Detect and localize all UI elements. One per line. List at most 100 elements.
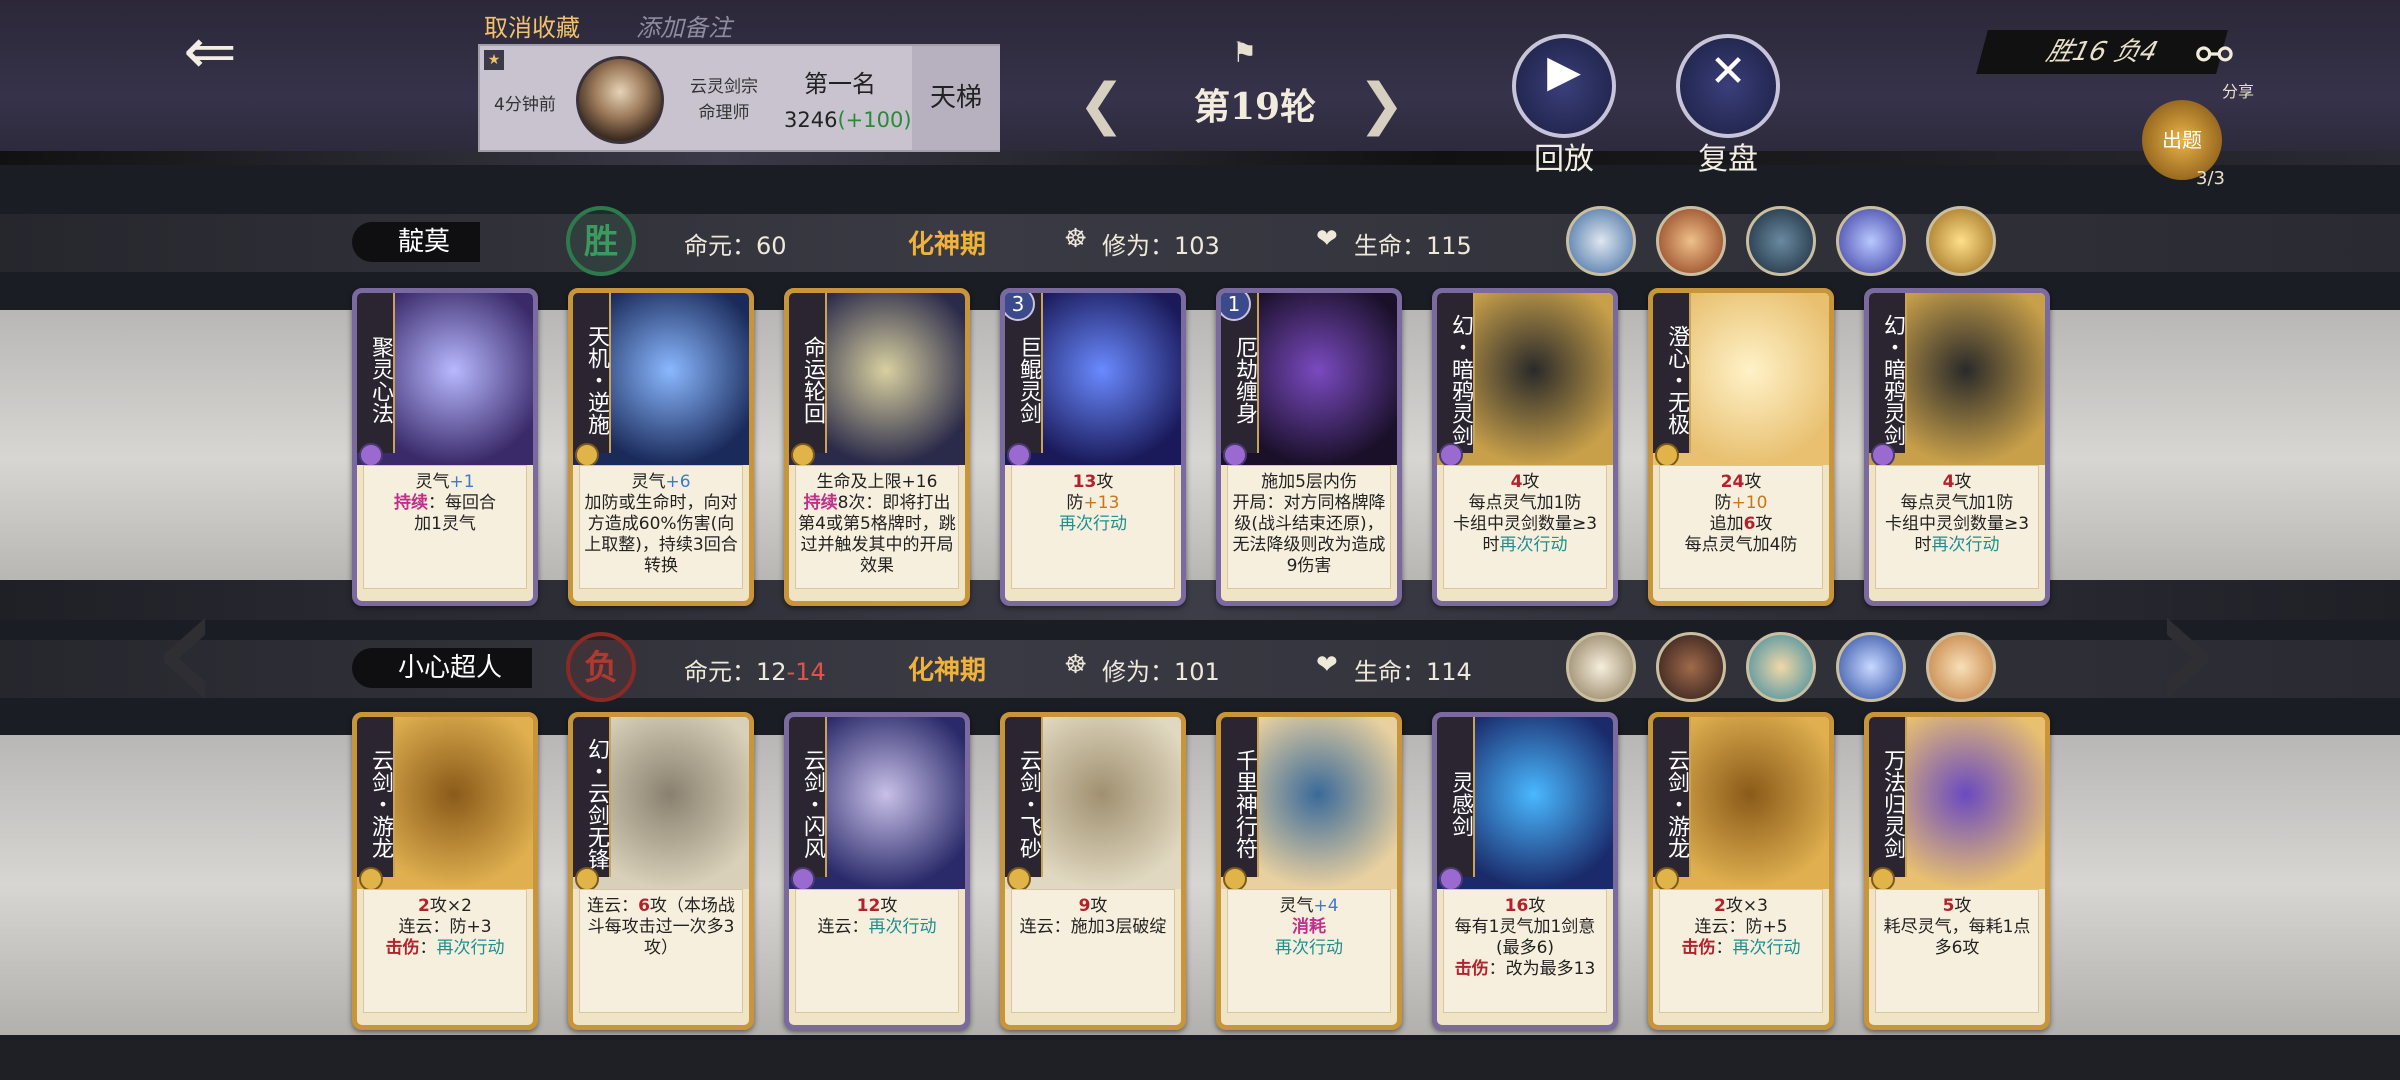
card-description: 24攻 防+10 追加6攻 每点灵气加4防: [1659, 465, 1823, 589]
replay-button[interactable]: ▶ 回放: [1512, 34, 1616, 177]
sect-role: 云灵剑宗 命理师: [684, 74, 764, 126]
card-gem-icon: [791, 867, 815, 891]
card-description: 4攻 每点灵气加1防 卡组中灵剑数量≥3时再次行动: [1443, 465, 1607, 589]
heart-icon: ❤: [1316, 224, 1338, 254]
life-stat: 生命：114: [1354, 652, 1472, 687]
ladder-tab[interactable]: 天梯: [912, 46, 1000, 150]
card-4[interactable]: 云剑・飞砂 9攻 连云：施加3层破绽: [1000, 712, 1186, 1030]
card-gem-icon: [1439, 867, 1463, 891]
review-button[interactable]: ✕ 复盘: [1676, 34, 1780, 177]
card-description: 2攻×3 连云：防+5 击伤：再次行动: [1659, 889, 1823, 1013]
card-2[interactable]: 幻・云剑无锋 连云：6攻（本场战斗每攻击过一次多3攻）: [568, 712, 754, 1030]
card-name: 云剑・闪风: [789, 717, 827, 877]
next-round-button[interactable]: ❯: [1358, 72, 1405, 137]
mini-avatar-3[interactable]: [1746, 206, 1816, 276]
player-name: 小心超人: [352, 648, 533, 688]
life-value: 115: [1426, 232, 1472, 260]
card-description: 灵气+1 持续：每回合 加1灵气: [363, 465, 527, 589]
card-1[interactable]: 云剑・游龙 2攻×2 连云：防+3 击伤：再次行动: [352, 712, 538, 1030]
previous-round-button[interactable]: ❮: [1078, 72, 1125, 137]
card-description: 施加5层内伤 开局：对方同格牌降级(战斗结束还原)，无法降级则改为造成9伤害: [1227, 465, 1391, 589]
card-description: 生命及上限+16 持续8次：即将打出第4或第5格牌时，跳过并触发其中的开局效果: [795, 465, 959, 589]
destiny-value: 12: [756, 658, 787, 686]
card-gem-icon: [791, 443, 815, 467]
cultivation-value: 101: [1174, 658, 1220, 686]
flag-icon: ⚑: [1232, 36, 1258, 69]
time-ago: 4分钟前: [494, 95, 556, 115]
card-gem-icon: [1223, 867, 1247, 891]
card-gem-icon: [1871, 443, 1895, 467]
card-name: 澄心・无极: [1653, 293, 1691, 453]
heart-icon: ❤: [1316, 650, 1338, 680]
card-4[interactable]: 巨鲲灵剑 3 13攻 防+13 再次行动: [1000, 288, 1186, 606]
card-level-badge: 1: [1221, 293, 1251, 321]
mini-avatar-5[interactable]: [1926, 206, 1996, 276]
card-3[interactable]: 云剑・闪风 12攻 连云：再次行动: [784, 712, 970, 1030]
mini-avatar-3[interactable]: [1746, 632, 1816, 702]
card-description: 12攻 连云：再次行动: [795, 889, 959, 1013]
share-icon[interactable]: ⚯: [2196, 30, 2233, 81]
add-note-link[interactable]: 添加备注: [636, 8, 732, 43]
card-1[interactable]: 聚灵心法灵气+1 持续：每回合 加1灵气: [352, 288, 538, 606]
cultivation-stat: 修为：103: [1102, 226, 1220, 261]
rank-title: 第一名: [804, 70, 876, 98]
bottom-edge: [0, 1040, 2400, 1080]
mini-avatar-5[interactable]: [1926, 632, 1996, 702]
card-name: 天机・逆施: [573, 293, 611, 453]
card-8[interactable]: 万法归灵剑 5攻 耗尽灵气，每耗1点多6攻: [1864, 712, 2050, 1030]
cancel-favorite-link[interactable]: 取消收藏: [484, 8, 580, 43]
card-gem-icon: [1871, 867, 1895, 891]
card-gem-icon: [1007, 443, 1031, 467]
cultivation-value: 103: [1174, 232, 1220, 260]
mini-avatar-4[interactable]: [1836, 632, 1906, 702]
card-7[interactable]: 云剑・游龙 2攻×3 连云：防+5 击伤：再次行动: [1648, 712, 1834, 1030]
meditation-icon: ☸: [1064, 650, 1088, 680]
mini-avatar-2[interactable]: [1656, 206, 1726, 276]
card-name: 幻・暗鸦灵剑: [1869, 293, 1907, 453]
mini-avatar-2[interactable]: [1656, 632, 1726, 702]
card-8[interactable]: 幻・暗鸦灵剑 4攻 每点灵气加1防 卡组中灵剑数量≥3时再次行动: [1864, 288, 2050, 606]
card-6[interactable]: 幻・暗鸦灵剑 4攻 每点灵气加1防 卡组中灵剑数量≥3时再次行动: [1432, 288, 1618, 606]
destiny-label: 命元：: [684, 232, 756, 260]
role-name: 命理师: [698, 103, 750, 123]
score-value: 3246: [784, 108, 838, 132]
card-description: 灵气+4 消耗 再次行动: [1227, 889, 1391, 1013]
mini-avatar-1[interactable]: [1566, 206, 1636, 276]
card-description: 13攻 防+13 再次行动: [1011, 465, 1175, 589]
mini-avatar-1[interactable]: [1566, 632, 1636, 702]
replay-label: 回放: [1534, 142, 1594, 177]
life-label: 生命：: [1354, 658, 1426, 686]
result-badge: 胜: [566, 206, 636, 276]
card-2[interactable]: 天机・逆施灵气+6 加防或生命时，向对方造成60%伤害(向上取整)，持续3回合 转换: [568, 288, 754, 606]
life-value: 114: [1426, 658, 1472, 686]
card-6[interactable]: 灵感剑 16攻 每有1灵气加1剑意(最多6) 击伤：改为最多13: [1432, 712, 1618, 1030]
card-gem-icon: [575, 443, 599, 467]
card-3[interactable]: 命运轮回 生命及上限+16 持续8次：即将打出第4或第5格牌时，跳过并触发其中的开局…: [784, 288, 970, 606]
sect-name: 云灵剑宗: [690, 77, 758, 97]
card-gem-icon: [1223, 443, 1247, 467]
destiny-stat: 命元：12-14: [684, 652, 826, 687]
card-gem-icon: [1007, 867, 1031, 891]
card-name: 万法归灵剑: [1869, 717, 1907, 877]
round-label: 第19轮: [1193, 86, 1317, 128]
player-name: 靛莫: [352, 222, 481, 262]
mini-avatar-4[interactable]: [1836, 206, 1906, 276]
card-5[interactable]: 千里神行符 灵气+4 消耗 再次行动: [1216, 712, 1402, 1030]
card-gem-icon: [359, 867, 383, 891]
back-arrow-icon[interactable]: ⇐: [160, 20, 260, 84]
realm-label: 化神期: [908, 230, 987, 260]
card-7[interactable]: 澄心・无极 24攻 防+10 追加6攻 每点灵气加4防: [1648, 288, 1834, 606]
card-description: 灵气+6 加防或生命时，向对方造成60%伤害(向上取整)，持续3回合 转换: [579, 465, 743, 589]
player-row-2: 小心超人 负 命元：12-14 化神期 ☸ 修为：101 ❤ 生命：114: [0, 632, 2400, 702]
card-name: 幻・暗鸦灵剑: [1437, 293, 1475, 453]
card-gem-icon: [1439, 443, 1463, 467]
avatar: [576, 56, 664, 144]
card-name: 聚灵心法: [357, 293, 395, 453]
card-name: 灵感剑: [1437, 717, 1475, 877]
card-5[interactable]: 厄劫缠身 1 施加5层内伤 开局：对方同格牌降级(战斗结束还原)，无法降级则改为造成9…: [1216, 288, 1402, 606]
player1-card-row: 聚灵心法 灵气+1 持续：每回合 加1灵气 天机・逆施 灵气+6 加防或生命时，向对方造成6…: [352, 288, 2052, 618]
cultivation-stat: 修为：101: [1102, 652, 1220, 687]
score-delta: (+100): [837, 108, 912, 132]
star-icon: ★: [484, 50, 504, 70]
result-badge: 负: [566, 632, 636, 702]
